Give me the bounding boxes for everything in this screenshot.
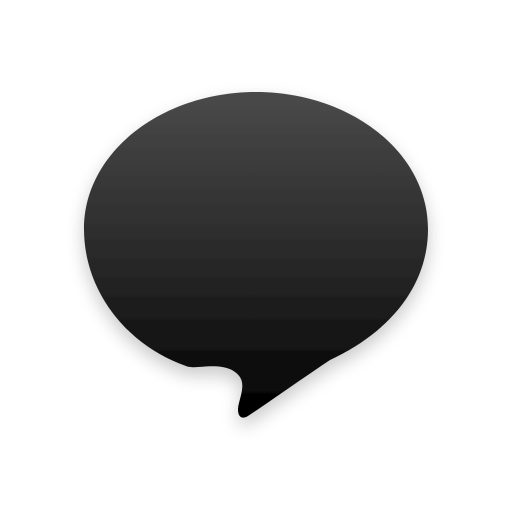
chat-bubble-icon (84, 92, 428, 418)
app-icon-canvas (0, 0, 512, 512)
chat-bubble-shape (84, 92, 428, 418)
